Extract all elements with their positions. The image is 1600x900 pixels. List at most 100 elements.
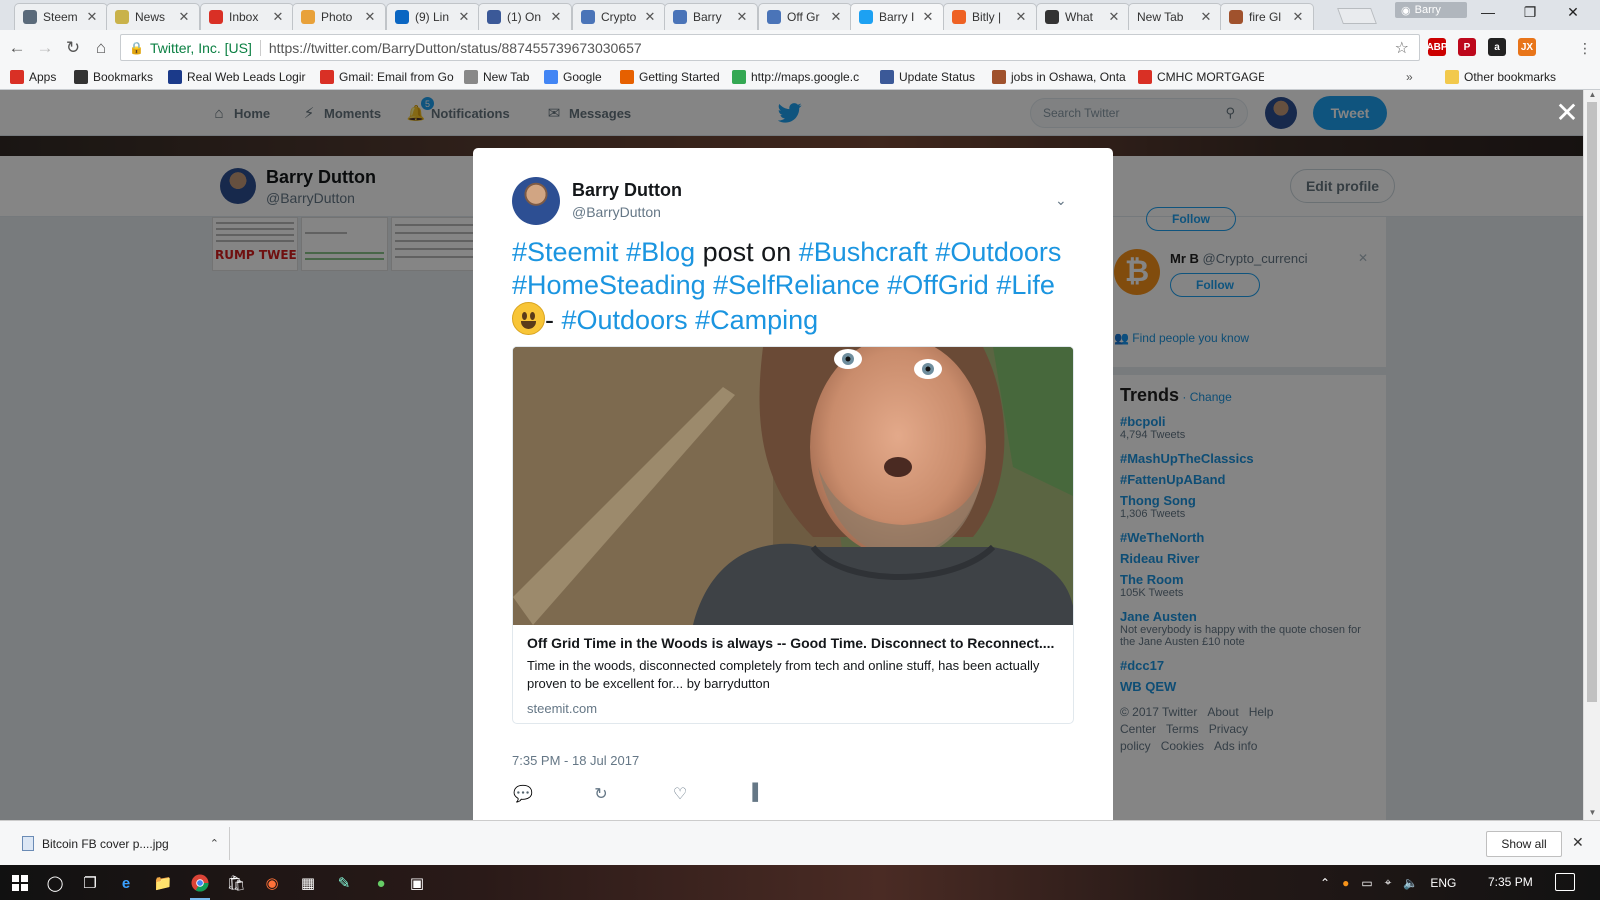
link-preview-card[interactable]: Off Grid Time in the Woods is always -- … bbox=[512, 346, 1074, 724]
calculator-icon[interactable]: ▣ bbox=[404, 870, 430, 896]
bookmark-item[interactable]: New Tab bbox=[464, 68, 538, 86]
hashtag-link[interactable]: #Outdoors bbox=[562, 305, 688, 335]
bookmark-item[interactable]: Getting Started bbox=[620, 68, 724, 86]
calculator-grid-icon[interactable]: ▦ bbox=[295, 870, 321, 896]
scroll-up-icon[interactable]: ▲ bbox=[1584, 90, 1600, 102]
bookmark-item[interactable]: jobs in Oshawa, Onta bbox=[992, 68, 1132, 86]
other-bookmarks[interactable]: Other bookmarks bbox=[1445, 68, 1556, 86]
bookmark-item[interactable]: Gmail: Email from Go bbox=[320, 68, 458, 86]
tweet-author-avatar[interactable] bbox=[512, 177, 560, 225]
bookmark-item[interactable]: Update Status bbox=[880, 68, 984, 86]
hashtag-link[interactable]: #Steemit bbox=[512, 237, 619, 267]
close-tab-icon[interactable]: ✕ bbox=[177, 9, 191, 25]
close-tab-icon[interactable]: ✕ bbox=[643, 9, 657, 25]
browser-tab[interactable]: Steem ✕ bbox=[14, 3, 108, 30]
browser-tab[interactable]: Barry I ✕ bbox=[850, 3, 944, 30]
close-tab-icon[interactable]: ✕ bbox=[735, 9, 749, 25]
bookmark-item[interactable]: Google bbox=[544, 68, 614, 86]
close-modal-icon[interactable]: ✕ bbox=[1552, 98, 1582, 128]
address-bar[interactable]: 🔒 Twitter, Inc. [US] https://twitter.com… bbox=[120, 34, 1420, 61]
profile-button[interactable]: ◉ Barry bbox=[1395, 2, 1467, 18]
close-tab-icon[interactable]: ✕ bbox=[1199, 9, 1213, 25]
adblock-icon[interactable]: ABP bbox=[1426, 38, 1448, 56]
browser-tab[interactable]: Inbox ✕ bbox=[200, 3, 294, 30]
retweet-icon[interactable]: ↻ bbox=[590, 784, 612, 806]
close-window-icon[interactable]: ✕ bbox=[1563, 4, 1583, 24]
browser-tab[interactable]: (1) On ✕ bbox=[478, 3, 572, 30]
bookmark-item[interactable]: Real Web Leads Logir bbox=[168, 68, 314, 86]
hashtag-link[interactable]: #Camping bbox=[695, 305, 818, 335]
close-tab-icon[interactable]: ✕ bbox=[829, 9, 843, 25]
hashtag-link[interactable]: #Blog bbox=[626, 237, 695, 267]
close-tab-icon[interactable]: ✕ bbox=[363, 9, 377, 25]
chevron-up-icon[interactable]: ⌃ bbox=[1320, 876, 1330, 890]
action-center-icon[interactable] bbox=[1555, 873, 1575, 891]
browser-tab[interactable]: News ✕ bbox=[106, 3, 200, 30]
bookmark-item[interactable]: CMHC MORTGAGE C bbox=[1138, 68, 1264, 86]
browser-tab[interactable]: Photo ✕ bbox=[292, 3, 386, 30]
hashtag-link[interactable]: #OffGrid bbox=[887, 270, 989, 300]
close-tab-icon[interactable]: ✕ bbox=[271, 9, 285, 25]
jx-icon[interactable]: JX bbox=[1518, 38, 1536, 56]
browser-tab[interactable]: fire Gl ✕ bbox=[1220, 3, 1314, 30]
store-icon[interactable]: 🛍 bbox=[223, 870, 249, 896]
scroll-down-icon[interactable]: ▼ bbox=[1584, 808, 1600, 820]
card-title[interactable]: Off Grid Time in the Woods is always -- … bbox=[527, 635, 1061, 651]
amazon-icon[interactable]: a bbox=[1488, 38, 1506, 56]
firefox-icon[interactable]: ◉ bbox=[259, 870, 285, 896]
wifi-icon[interactable]: ⌖ bbox=[1385, 875, 1392, 890]
globe-icon[interactable]: ● bbox=[368, 870, 394, 896]
restore-icon[interactable]: ❐ bbox=[1520, 4, 1540, 24]
bookmarks-overflow-icon[interactable]: » bbox=[1406, 68, 1413, 86]
hashtag-link[interactable]: #Bushcraft bbox=[799, 237, 928, 267]
browser-tab[interactable]: (9) Lin ✕ bbox=[386, 3, 480, 30]
cortana-icon[interactable]: ◯ bbox=[42, 870, 68, 896]
pinterest-icon[interactable]: P bbox=[1458, 38, 1476, 56]
minimize-icon[interactable]: — bbox=[1478, 4, 1498, 24]
windows-start-icon[interactable] bbox=[7, 870, 33, 896]
hashtag-link[interactable]: #Life bbox=[996, 270, 1055, 300]
language-indicator[interactable]: ENG bbox=[1430, 876, 1456, 890]
bookmark-item[interactable]: Bookmarks bbox=[74, 68, 162, 86]
back-icon[interactable]: ← bbox=[6, 37, 28, 59]
browser-tab[interactable]: Barry ✕ bbox=[664, 3, 758, 30]
forward-icon[interactable]: → bbox=[34, 37, 56, 59]
new-tab-button[interactable] bbox=[1337, 8, 1377, 24]
browser-tab[interactable]: Bitly | ✕ bbox=[943, 3, 1037, 30]
chrome-icon[interactable] bbox=[187, 870, 213, 900]
close-download-shelf-icon[interactable]: ✕ bbox=[1572, 834, 1584, 851]
chevron-up-icon[interactable]: ⌃ bbox=[210, 837, 219, 850]
close-tab-icon[interactable]: ✕ bbox=[1107, 9, 1121, 25]
bookmark-item[interactable]: Apps bbox=[10, 68, 66, 86]
tray-app-icon[interactable]: ● bbox=[1342, 876, 1349, 890]
hashtag-link[interactable]: #HomeSteading bbox=[512, 270, 706, 300]
menu-icon[interactable]: ⋮ bbox=[1574, 37, 1596, 59]
hashtag-link[interactable]: #Outdoors bbox=[935, 237, 1061, 267]
hashtag-link[interactable]: #SelfReliance bbox=[713, 270, 880, 300]
reply-icon[interactable]: 💬 bbox=[512, 784, 534, 806]
chevron-down-icon[interactable]: ⌄ bbox=[1055, 192, 1067, 209]
close-tab-icon[interactable]: ✕ bbox=[1014, 9, 1028, 25]
close-tab-icon[interactable]: ✕ bbox=[549, 9, 563, 25]
card-image[interactable] bbox=[513, 347, 1073, 625]
volume-icon[interactable]: 🔈 bbox=[1403, 876, 1418, 890]
taskbar-clock[interactable]: 7:35 PM bbox=[1488, 875, 1533, 889]
battery-icon[interactable]: ▭ bbox=[1361, 876, 1372, 890]
bookmark-item[interactable]: http://maps.google.c bbox=[732, 68, 874, 86]
analytics-icon[interactable]: ▌ bbox=[747, 784, 769, 806]
download-item[interactable]: Bitcoin FB cover p....jpg ⌃ bbox=[14, 827, 230, 860]
browser-tab[interactable]: Crypto ✕ bbox=[572, 3, 666, 30]
browser-tab[interactable]: New Tab ✕ bbox=[1128, 3, 1222, 30]
browser-tab[interactable]: Off Gr ✕ bbox=[758, 3, 852, 30]
edge-icon[interactable]: e bbox=[113, 870, 139, 896]
url-text[interactable]: https://twitter.com/BarryDutton/status/8… bbox=[269, 40, 642, 56]
tweet-timestamp[interactable]: 7:35 PM - 18 Jul 2017 bbox=[512, 753, 639, 768]
close-tab-icon[interactable]: ✕ bbox=[85, 9, 99, 25]
close-tab-icon[interactable]: ✕ bbox=[457, 9, 471, 25]
close-tab-icon[interactable]: ✕ bbox=[1291, 9, 1305, 25]
card-domain[interactable]: steemit.com bbox=[527, 701, 597, 716]
reload-icon[interactable]: ↻ bbox=[62, 37, 84, 59]
home-icon[interactable]: ⌂ bbox=[90, 37, 112, 59]
page-scrollbar[interactable]: ▲ ▼ bbox=[1583, 90, 1600, 820]
browser-tab[interactable]: What ✕ bbox=[1036, 3, 1130, 30]
